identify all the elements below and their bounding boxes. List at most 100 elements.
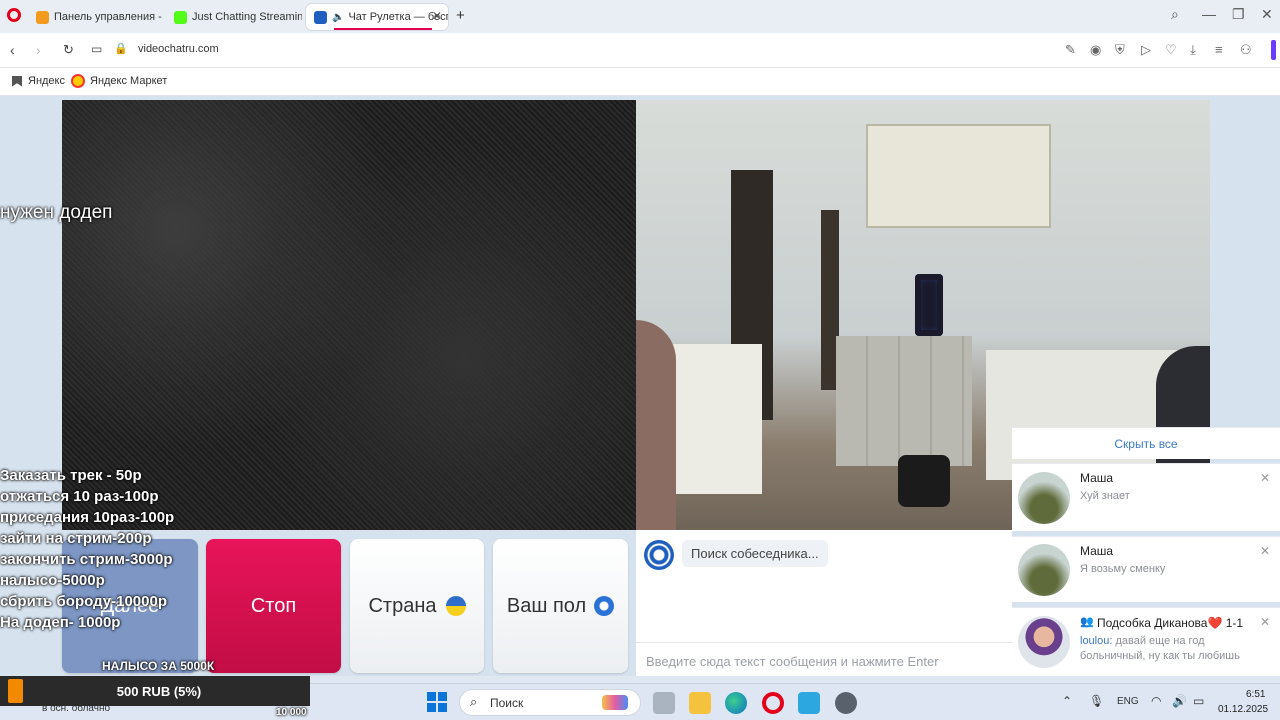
- tab-bar: Панель управления - Do Just Chatting Str…: [0, 0, 1280, 33]
- avatar: [1018, 544, 1070, 596]
- copilot-icon: [602, 695, 628, 710]
- counter: [836, 336, 972, 466]
- heart-icon[interactable]: ♡: [1165, 42, 1177, 58]
- videochat-page: Далее Стоп Страна Ваш пол Поиск собеседн…: [0, 96, 1280, 676]
- notification-sender: loulou:: [1080, 635, 1113, 647]
- forward-icon[interactable]: ›: [36, 42, 41, 58]
- battery-icon[interactable]: ▭: [1193, 694, 1204, 708]
- tab-donation[interactable]: Панель управления - Do: [28, 4, 163, 30]
- lock-icon: 🔒: [114, 43, 128, 55]
- close-icon[interactable]: ✕: [1260, 615, 1270, 629]
- notification-item[interactable]: Маша Хуй знает ✕: [1012, 463, 1280, 531]
- wifi-icon[interactable]: ◠: [1151, 694, 1161, 708]
- search-status: Поиск собеседника...: [682, 540, 828, 567]
- edit-icon[interactable]: ✎: [1065, 42, 1076, 58]
- play-icon[interactable]: ▷: [1141, 42, 1151, 58]
- avatar: [1018, 616, 1070, 668]
- windows-start-icon[interactable]: [427, 692, 447, 712]
- show-hidden-icons[interactable]: ⌃: [1062, 694, 1072, 708]
- price-item: приседания 10раз-100р: [0, 509, 175, 526]
- reload-icon[interactable]: ↻: [63, 42, 74, 58]
- search-icon: ⌕: [470, 694, 478, 709]
- donation-goal-bar: 500 RUB (5%): [0, 676, 310, 706]
- bookmark-yandex[interactable]: Яндекс: [12, 75, 65, 87]
- clock-date[interactable]: 01.12.2025: [1218, 704, 1268, 715]
- tab-label: Just Chatting Streaming -: [192, 11, 302, 23]
- search-placeholder: Поиск: [490, 696, 524, 710]
- account-icon[interactable]: ⚇: [1240, 42, 1252, 58]
- country-button[interactable]: Страна: [350, 539, 484, 673]
- bookmark-label: Яндекс: [28, 75, 65, 87]
- price-item: налысо-5000р: [0, 572, 105, 589]
- stop-label: Стоп: [250, 594, 297, 617]
- task-view-icon[interactable]: [653, 692, 675, 714]
- notification-name: Маша: [1080, 544, 1114, 558]
- bookmark-label: Яндекс Маркет: [90, 75, 168, 87]
- chatroulette-logo-icon: [644, 540, 674, 570]
- goal-label: НАЛЫСО ЗА 5000К: [102, 659, 215, 673]
- tab-indicator: [334, 28, 432, 30]
- notification-message: Хуй знает: [1080, 490, 1130, 502]
- hide-all-button[interactable]: Скрыть все: [1012, 427, 1280, 459]
- kick-icon: [174, 10, 187, 24]
- notification-item[interactable]: 👥 Подсобка Диканова❤️ 1-1 ✕ loulou: дава…: [1012, 607, 1280, 676]
- app-icon[interactable]: [835, 692, 857, 714]
- back-icon[interactable]: ‹: [10, 42, 15, 58]
- kitchen-cabinet: [866, 124, 1051, 228]
- chat-input[interactable]: Введите сюда текст сообщения и нажмите E…: [636, 642, 1012, 676]
- taskbar-search[interactable]: ⌕ Поиск: [459, 689, 641, 716]
- close-window-icon[interactable]: ✕: [1261, 6, 1273, 23]
- snapshot-icon[interactable]: ◉: [1090, 42, 1101, 58]
- bookmark-icon: [12, 75, 22, 87]
- opera-logo-icon[interactable]: [7, 8, 21, 22]
- price-item: Заказать трек - 50р: [0, 467, 142, 484]
- search-tabs-icon[interactable]: ⌕: [1171, 6, 1179, 23]
- speaker-icon: 🔈: [332, 11, 345, 23]
- gender-button[interactable]: Ваш пол: [493, 539, 628, 673]
- yandex-market-icon: [71, 74, 85, 88]
- price-item: закончить стрим-3000р: [0, 551, 173, 568]
- donation-amount: 500 RUB (5%): [116, 684, 202, 699]
- close-icon[interactable]: ✕: [1260, 544, 1270, 558]
- minimize-icon[interactable]: —: [1202, 6, 1216, 22]
- opera-taskbar-icon[interactable]: [762, 692, 784, 714]
- download-icon[interactable]: ⤓: [1190, 42, 1196, 58]
- price-item: На додеп- 1000р: [0, 614, 121, 631]
- camera-icon[interactable]: ▭: [91, 42, 102, 56]
- speaker: [915, 274, 943, 336]
- language-indicator[interactable]: ENG: [1117, 696, 1139, 707]
- gender-icon: [594, 596, 615, 616]
- address-bar: ‹ › ↻ ▭ 🔒 videochatru.com ✎ ◉ ⛨ ▷ ♡ ⤓ ≡ …: [0, 33, 1280, 68]
- close-tab-icon[interactable]: ✕: [432, 9, 442, 23]
- url-field[interactable]: videochatru.com: [138, 43, 219, 55]
- shield-icon[interactable]: ⛨: [1115, 42, 1125, 58]
- partner-video-static: [62, 100, 636, 530]
- close-icon[interactable]: ✕: [1260, 471, 1270, 485]
- notification-item[interactable]: Маша Я возьму сменку ✕: [1012, 536, 1280, 602]
- person-shoulder: [636, 320, 676, 530]
- country-label: Страна: [368, 594, 437, 617]
- tab-chatroulette[interactable]: 🔈 Чат Рулетка — беспл ✕: [306, 4, 448, 30]
- microphone-icon[interactable]: 🎙: [1089, 694, 1104, 708]
- edge-icon[interactable]: [725, 692, 747, 714]
- maximize-icon[interactable]: ❐: [1232, 6, 1245, 23]
- ukraine-flag-icon: [445, 596, 466, 616]
- volume-icon[interactable]: 🔊: [1172, 694, 1187, 708]
- price-item: отжаться 10 раз-100р: [0, 488, 159, 505]
- notification-name: Подсобка Диканова❤️ 1-1: [1097, 616, 1244, 630]
- stop-button[interactable]: Стоп: [206, 539, 341, 673]
- gender-label: Ваш пол: [506, 594, 587, 617]
- file-explorer-icon[interactable]: [689, 692, 711, 714]
- bookmark-yandex-market[interactable]: Яндекс Маркет: [71, 74, 167, 88]
- notification-message: loulou: давай еще на год больничный, ну …: [1080, 634, 1260, 664]
- avatar: [1018, 472, 1070, 524]
- tab-kick[interactable]: Just Chatting Streaming -: [166, 4, 302, 30]
- new-tab-button[interactable]: +: [456, 7, 465, 24]
- donation-icon: [36, 10, 49, 24]
- chat-panel: Поиск собеседника... Введите сюда текст …: [636, 530, 1012, 676]
- clock-time[interactable]: 6:51: [1246, 689, 1265, 700]
- notification-message: Я возьму сменку: [1080, 563, 1166, 575]
- notepad-icon[interactable]: [798, 692, 820, 714]
- sidebar-accent: [1271, 40, 1276, 60]
- menu-icon[interactable]: ≡: [1215, 42, 1223, 57]
